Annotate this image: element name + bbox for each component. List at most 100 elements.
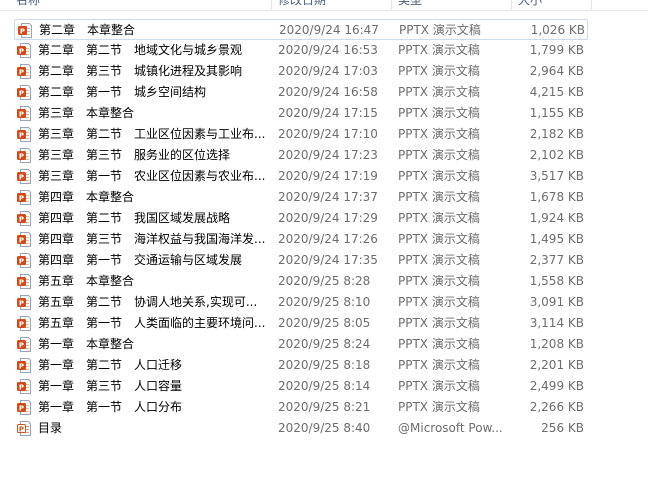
- file-row[interactable]: P 目录 2020/9/25 8:40 @Microsoft Pow... 256 KB: [14, 418, 588, 439]
- svg-text:P: P: [19, 425, 24, 433]
- file-modified-date: 2020/9/24 17:35: [278, 253, 378, 267]
- pptx-file-icon: P: [17, 358, 31, 373]
- file-row[interactable]: P 第四章 本章整合 2020/9/24 17:37 PPTX 演示文稿 1,678 K…: [14, 187, 588, 208]
- file-modified-date: 2020/9/24 17:15: [278, 106, 378, 120]
- file-size: 1,208 KB: [529, 337, 584, 351]
- file-modified-date: 2020/9/24 16:58: [278, 85, 378, 99]
- file-size: 3,091 KB: [529, 295, 584, 309]
- svg-text:P: P: [19, 152, 24, 160]
- file-row[interactable]: P 第五章 本章整合 2020/9/25 8:28 PPTX 演示文稿 1,558 KB: [14, 271, 588, 292]
- file-row[interactable]: P 第五章 第二节 协调人地关系,实现可... 2020/9/25 8:10 PPTX…: [14, 292, 588, 313]
- pptx-file-icon: P: [17, 190, 31, 205]
- file-name: 第五章 本章整合: [38, 274, 135, 288]
- file-name: 第二章 第二节 地域文化与城乡景观: [38, 43, 243, 57]
- file-row[interactable]: P 第四章 第三节 海洋权益与我国海洋发... 2020/9/24 17:26 PPT…: [14, 229, 588, 250]
- file-modified-date: 2020/9/25 8:14: [278, 379, 371, 393]
- file-size: 2,182 KB: [529, 127, 584, 141]
- file-size: 1,026 KB: [530, 23, 585, 37]
- svg-text:P: P: [19, 110, 24, 118]
- svg-text:P: P: [19, 89, 24, 97]
- file-row[interactable]: P 第一章 第一节 人口分布 2020/9/25 8:21 PPTX 演示文稿 2,26…: [14, 397, 588, 418]
- file-row[interactable]: P 第一章 第二节 人口迁移 2020/9/25 8:18 PPTX 演示文稿 2,20…: [14, 355, 588, 376]
- file-row[interactable]: P 第二章 第三节 城镇化进程及其影响 2020/9/24 17:03 PPTX 演示…: [14, 61, 588, 82]
- file-name: 第三章 第一节 农业区位因素与农业布...: [38, 169, 266, 183]
- svg-text:P: P: [19, 173, 24, 181]
- file-modified-date: 2020/9/24 17:03: [278, 64, 378, 78]
- svg-text:P: P: [19, 320, 24, 328]
- file-type: PPTX 演示文稿: [398, 274, 480, 288]
- file-name: 第二章 第三节 城镇化进程及其影响: [38, 64, 243, 78]
- svg-text:P: P: [19, 299, 24, 307]
- file-name: 第一章 本章整合: [38, 337, 135, 351]
- file-type: PPTX 演示文稿: [398, 400, 480, 414]
- file-size: 2,377 KB: [529, 253, 584, 267]
- svg-text:P: P: [19, 194, 24, 202]
- pptx-file-icon: P: [17, 379, 31, 394]
- file-modified-date: 2020/9/24 17:37: [278, 190, 378, 204]
- file-size: 2,201 KB: [529, 358, 584, 372]
- pptx-file-icon: P: [17, 337, 31, 352]
- file-list: P 第二章 本章整合 2020/9/24 16:47 PPTX 演示文稿 1,026 K…: [14, 19, 588, 439]
- file-type: PPTX 演示文稿: [398, 295, 480, 309]
- file-modified-date: 2020/9/25 8:18: [278, 358, 371, 372]
- pptx-file-icon: P: [17, 316, 31, 331]
- pptx-file-icon: P: [17, 64, 31, 79]
- file-row[interactable]: P 第五章 第一节 人类面临的主要环境问... 2020/9/25 8:05 PPTX…: [14, 313, 588, 334]
- file-size: 2,499 KB: [529, 379, 584, 393]
- file-size: 4,215 KB: [529, 85, 584, 99]
- file-row[interactable]: P 第四章 第二节 我国区域发展战略 2020/9/24 17:29 PPTX 演示文…: [14, 208, 588, 229]
- file-modified-date: 2020/9/25 8:28: [278, 274, 371, 288]
- svg-text:P: P: [19, 236, 24, 244]
- pptx-file-icon: P: [17, 232, 31, 247]
- file-row[interactable]: P 第二章 本章整合 2020/9/24 16:47 PPTX 演示文稿 1,026 K…: [14, 19, 588, 40]
- file-modified-date: 2020/9/24 17:10: [278, 127, 378, 141]
- file-modified-date: 2020/9/24 17:19: [278, 169, 378, 183]
- pptx-file-icon: P: [17, 253, 31, 268]
- file-type: PPTX 演示文稿: [398, 253, 480, 267]
- column-header-bar: 名称 修改日期 类型 大小: [0, 0, 648, 11]
- file-type: PPTX 演示文稿: [398, 43, 480, 57]
- file-row[interactable]: P 第三章 第一节 农业区位因素与农业布... 2020/9/24 17:19 PPT…: [14, 166, 588, 187]
- file-name: 第四章 第二节 我国区域发展战略: [38, 211, 231, 225]
- file-row[interactable]: P 第三章 本章整合 2020/9/24 17:15 PPTX 演示文稿 1,155 K…: [14, 103, 588, 124]
- file-row[interactable]: P 第四章 第一节 交通运输与区域发展 2020/9/24 17:35 PPTX 演示…: [14, 250, 588, 271]
- file-size: 1,924 KB: [529, 211, 584, 225]
- svg-text:P: P: [19, 131, 24, 139]
- file-row[interactable]: P 第二章 第二节 地域文化与城乡景观 2020/9/24 16:53 PPTX 演示…: [14, 40, 588, 61]
- file-name: 第二章 本章整合: [39, 23, 136, 37]
- file-row[interactable]: P 第一章 本章整合 2020/9/25 8:24 PPTX 演示文稿 1,208 KB: [14, 334, 588, 355]
- svg-text:P: P: [19, 404, 24, 412]
- svg-text:P: P: [19, 278, 24, 286]
- file-name: 第五章 第二节 协调人地关系,实现可...: [38, 295, 258, 309]
- file-row[interactable]: P 第三章 第三节 服务业的区位选择 2020/9/24 17:23 PPTX 演示文…: [14, 145, 588, 166]
- file-modified-date: 2020/9/25 8:40: [278, 421, 371, 435]
- file-type: @Microsoft Pow...: [398, 421, 503, 435]
- file-row[interactable]: P 第三章 第二节 工业区位因素与工业布... 2020/9/24 17:10 PPT…: [14, 124, 588, 145]
- file-modified-date: 2020/9/24 16:47: [279, 23, 379, 37]
- file-row[interactable]: P 第一章 第三节 人口容量 2020/9/25 8:14 PPTX 演示文稿 2,49…: [14, 376, 588, 397]
- file-size: 1,678 KB: [529, 190, 584, 204]
- file-type: PPTX 演示文稿: [398, 211, 480, 225]
- file-size: 256 KB: [541, 421, 584, 435]
- pptx-file-icon: P: [17, 274, 31, 289]
- column-header-name[interactable]: 名称: [10, 0, 272, 10]
- column-header-date[interactable]: 修改日期: [272, 0, 392, 10]
- file-name: 第一章 第一节 人口分布: [38, 400, 183, 414]
- column-header-size[interactable]: 大小: [512, 0, 592, 10]
- file-modified-date: 2020/9/25 8:21: [278, 400, 371, 414]
- column-header-type[interactable]: 类型: [392, 0, 512, 10]
- file-type: PPTX 演示文稿: [398, 169, 480, 183]
- file-type: PPTX 演示文稿: [398, 106, 480, 120]
- file-size: 1,799 KB: [529, 43, 584, 57]
- pptx-file-icon: P: [17, 148, 31, 163]
- file-size: 2,964 KB: [529, 64, 584, 78]
- file-row[interactable]: P 第二章 第一节 城乡空间结构 2020/9/24 16:58 PPTX 演示文稿 4…: [14, 82, 588, 103]
- file-name: 目录: [38, 421, 63, 435]
- file-modified-date: 2020/9/25 8:05: [278, 316, 371, 330]
- file-modified-date: 2020/9/24 16:53: [278, 43, 378, 57]
- file-type: PPTX 演示文稿: [398, 316, 480, 330]
- pptx-file-icon: P: [18, 23, 32, 38]
- file-size: 1,155 KB: [529, 106, 584, 120]
- file-type: PPTX 演示文稿: [398, 127, 480, 141]
- svg-text:P: P: [19, 68, 24, 76]
